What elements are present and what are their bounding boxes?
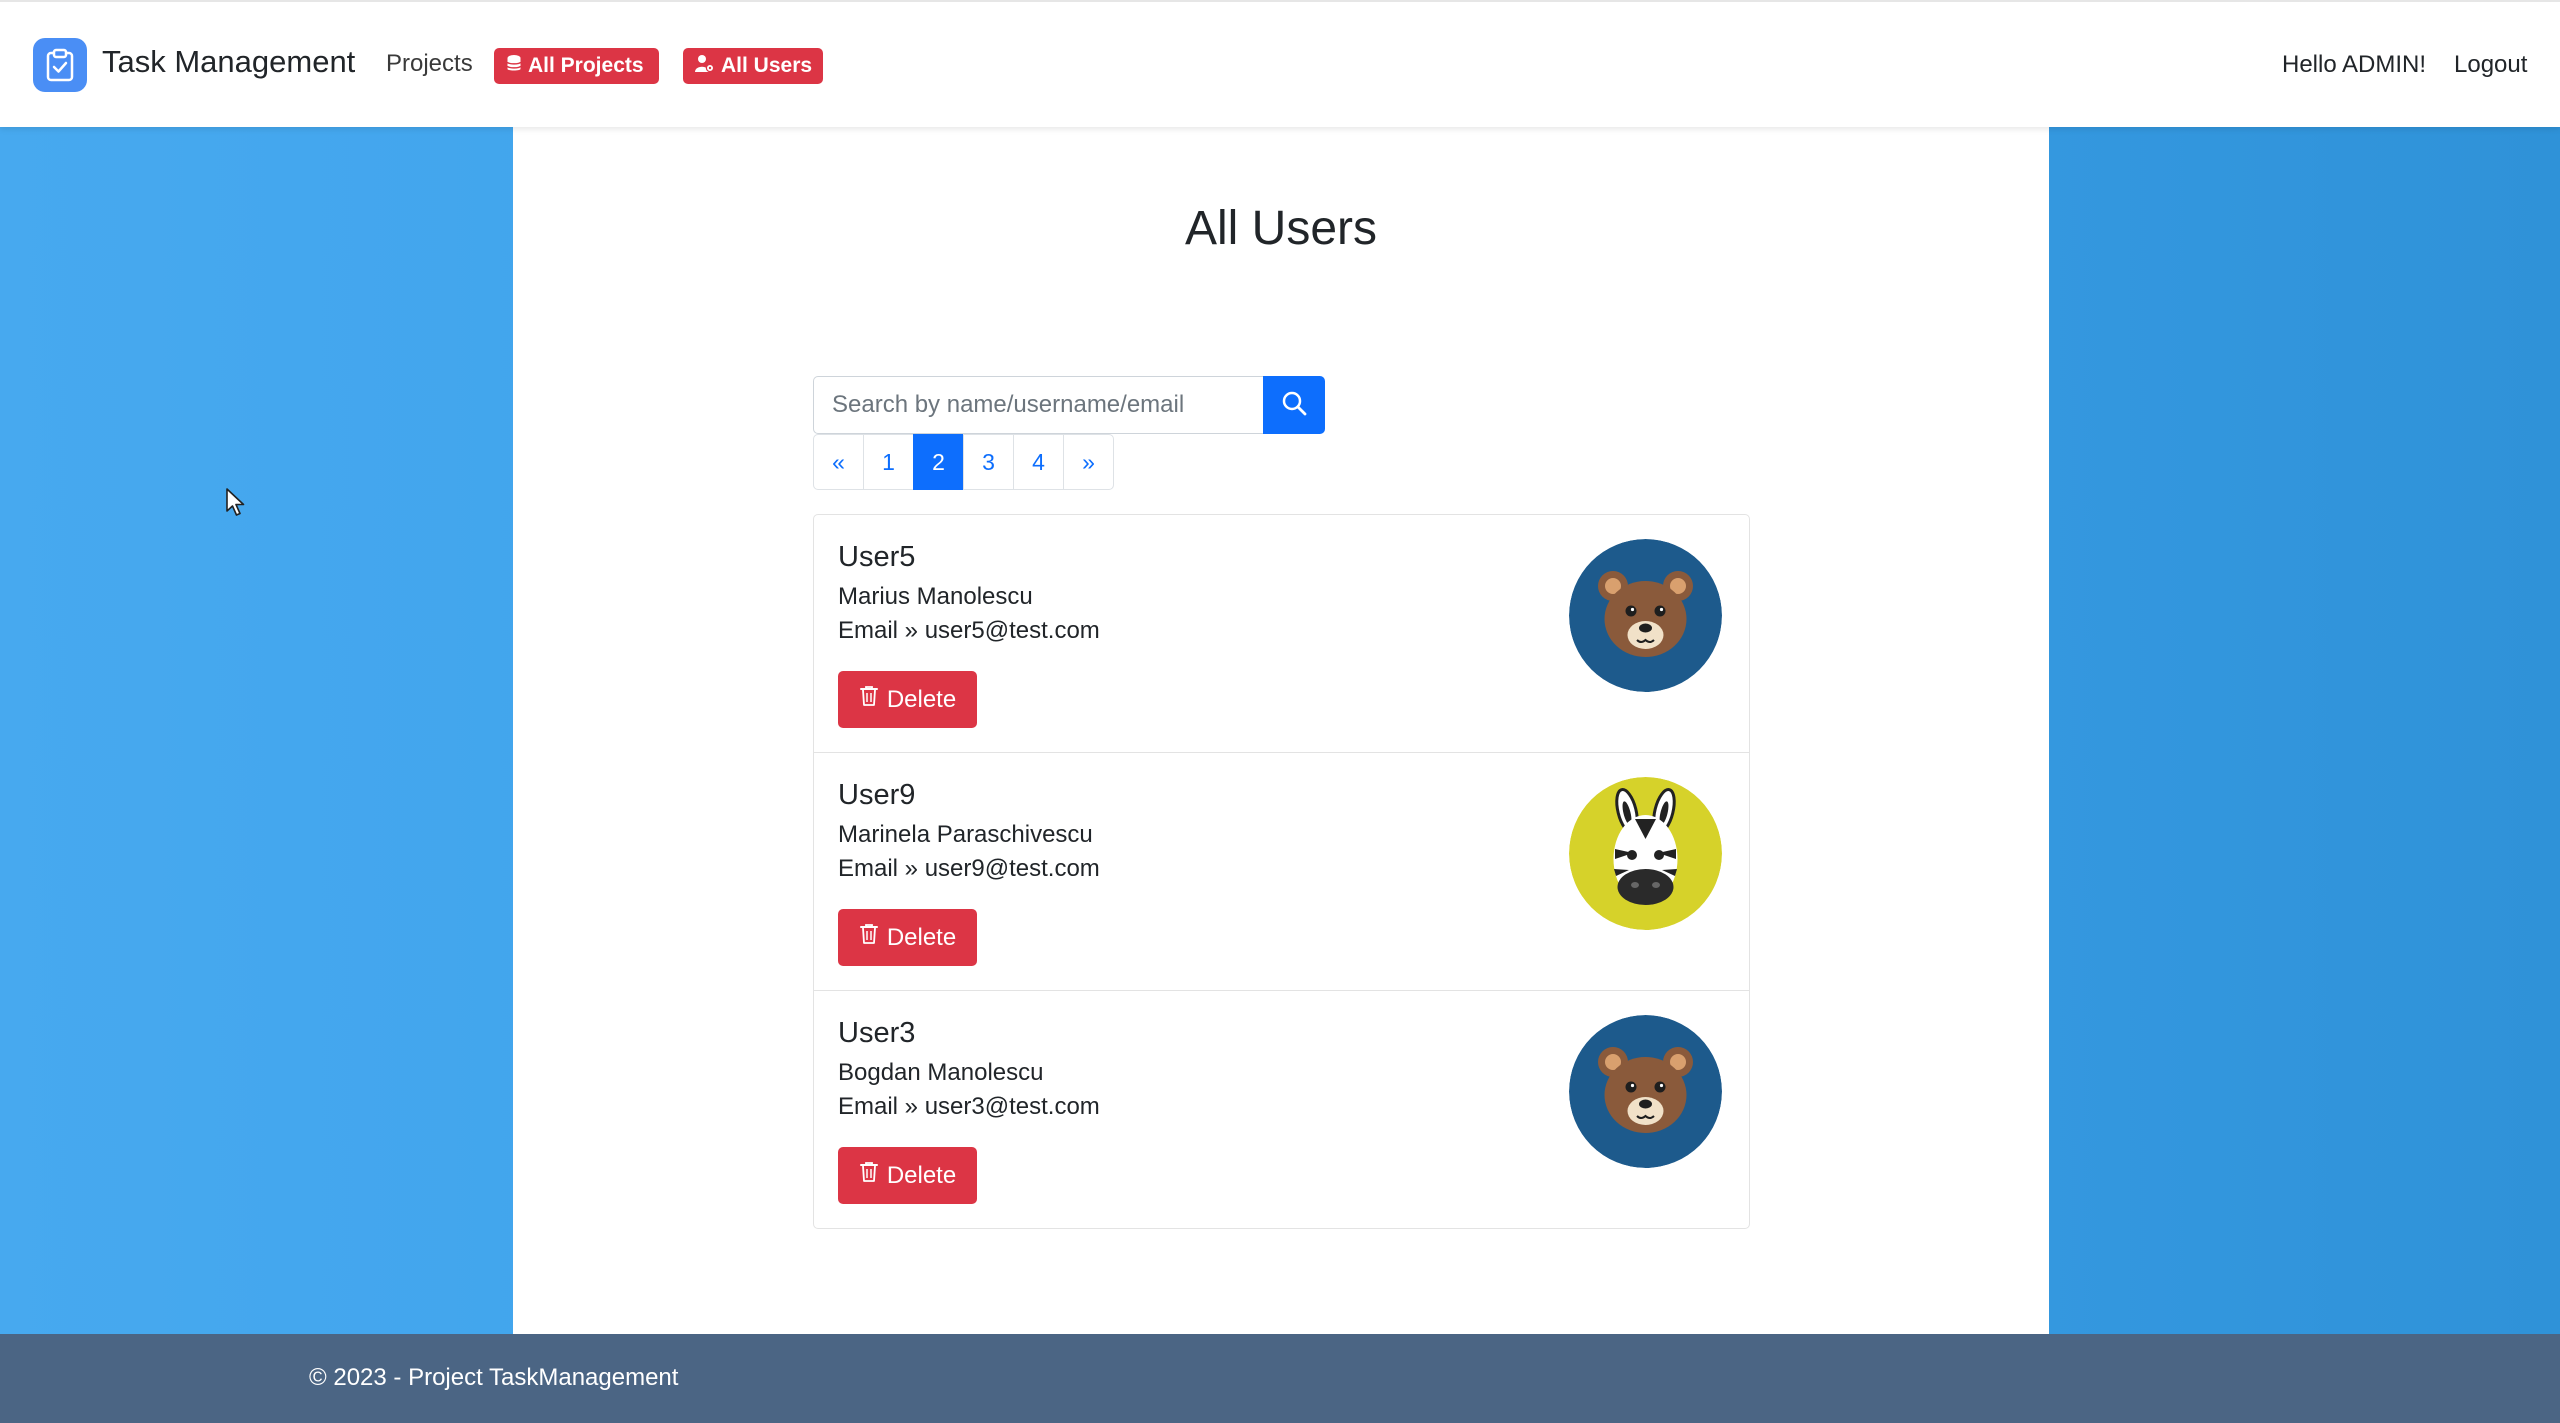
all-projects-button[interactable]: All Projects: [494, 48, 659, 84]
brand-title[interactable]: Task Management: [102, 44, 355, 80]
user-full-name: Marinela Paraschivescu: [838, 821, 1093, 848]
footer-copyright: © 2023 - Project TaskManagement: [309, 1364, 679, 1391]
user-full-name: Marius Manolescu: [838, 583, 1033, 610]
pagination-next[interactable]: »: [1063, 434, 1114, 490]
user-card: User3 Bogdan Manolescu Email » user3@tes…: [813, 990, 1750, 1229]
user-email: Email » user9@test.com: [838, 855, 1100, 882]
user-card: User5 Marius Manolescu Email » user5@tes…: [813, 514, 1750, 753]
all-projects-label: All Projects: [528, 54, 644, 77]
delete-user-button[interactable]: Delete: [838, 1147, 977, 1204]
search-input[interactable]: [813, 376, 1263, 434]
user-gear-icon: [695, 54, 715, 79]
user-card: User9 Marinela Paraschivescu Email » use…: [813, 752, 1750, 991]
user-greeting[interactable]: Hello ADMIN!: [2282, 51, 2426, 79]
user-email: Email » user3@test.com: [838, 1093, 1100, 1120]
mouse-cursor-icon: [226, 488, 246, 523]
search-group: [813, 376, 1325, 434]
delete-user-button[interactable]: Delete: [838, 671, 977, 728]
user-username: User9: [838, 779, 916, 811]
search-button[interactable]: [1263, 376, 1325, 434]
bear-icon: [1569, 539, 1722, 692]
logout-button[interactable]: Logout: [2454, 51, 2527, 79]
page-title: All Users: [1184, 202, 1378, 255]
pagination-page-1[interactable]: 1: [863, 434, 914, 490]
delete-user-button[interactable]: Delete: [838, 909, 977, 966]
pagination: « 1 2 3 4 »: [813, 434, 1114, 490]
pagination-page-4[interactable]: 4: [1013, 434, 1064, 490]
user-username: User5: [838, 541, 916, 573]
delete-label: Delete: [886, 1161, 957, 1189]
bear-icon: [1569, 1015, 1722, 1168]
nav-link-projects[interactable]: Projects: [386, 50, 473, 78]
pagination-page-3[interactable]: 3: [963, 434, 1014, 490]
pagination-page-2[interactable]: 2: [913, 434, 964, 490]
all-users-label: All Users: [721, 54, 813, 77]
pagination-prev[interactable]: «: [813, 434, 864, 490]
user-full-name: Bogdan Manolescu: [838, 1059, 1044, 1086]
delete-label: Delete: [886, 923, 957, 951]
zebra-icon: [1569, 777, 1722, 930]
clipboard-check-icon[interactable]: [33, 38, 87, 92]
search-icon: [1281, 390, 1307, 421]
user-email: Email » user5@test.com: [838, 617, 1100, 644]
footer: © 2023 - Project TaskManagement: [0, 1334, 2560, 1423]
user-username: User3: [838, 1017, 916, 1049]
user-list: User5 Marius Manolescu Email » user5@tes…: [813, 514, 1750, 1229]
all-users-button[interactable]: All Users: [683, 48, 823, 84]
trash-icon: [859, 923, 879, 952]
delete-label: Delete: [886, 685, 957, 713]
main-content: All Users « 1 2 3 4 » User5 Marius Manol…: [513, 127, 2049, 1334]
trash-icon: [859, 685, 879, 714]
database-icon: [506, 54, 522, 79]
trash-icon: [859, 1161, 879, 1190]
navbar: Task Management Projects All Projects Al…: [0, 0, 2560, 127]
